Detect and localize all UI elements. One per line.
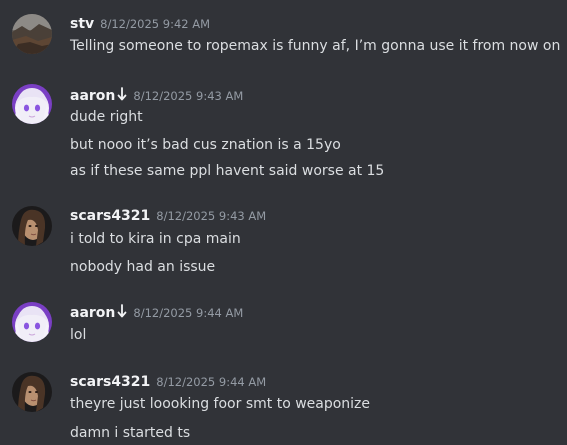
- timestamp: 8/12/2025 9:43 AM: [156, 209, 267, 223]
- message-text: dude right: [70, 109, 143, 125]
- message-header: aaron 8/12/2025 9:43 AM: [70, 86, 243, 105]
- message-text: lol: [70, 327, 87, 343]
- message-header: scars4321 8/12/2025 9:43 AM: [70, 206, 266, 225]
- message-text: damn i started ts: [70, 425, 191, 441]
- timestamp: 8/12/2025 9:44 AM: [156, 375, 267, 389]
- arrow-down-icon: [117, 87, 127, 105]
- message-header: scars4321 8/12/2025 9:44 AM: [70, 372, 266, 391]
- avatar[interactable]: [12, 206, 52, 246]
- username[interactable]: scars4321: [70, 374, 150, 390]
- anime-purple-avatar-icon: [12, 84, 52, 124]
- anime-purple-avatar-icon: [12, 302, 52, 342]
- message-list: stv 8/12/2025 9:42 AM Telling someone to …: [0, 0, 567, 445]
- message-header: aaron 8/12/2025 9:44 AM: [70, 303, 243, 322]
- message-text: as if these same ppl havent said worse a…: [70, 163, 385, 179]
- username[interactable]: aaron: [70, 88, 115, 104]
- message-text: but nooo it’s bad cus znation is a 15yo: [70, 137, 341, 153]
- avatar[interactable]: [12, 302, 52, 342]
- message-text: Telling someone to ropemax is funny af, …: [70, 38, 561, 54]
- avatar[interactable]: [12, 14, 52, 54]
- message-header: stv 8/12/2025 9:42 AM: [70, 14, 210, 33]
- photo-avatar-icon: [12, 206, 52, 246]
- username[interactable]: scars4321: [70, 208, 150, 224]
- timestamp: 8/12/2025 9:44 AM: [133, 306, 244, 320]
- username[interactable]: aaron: [70, 305, 115, 321]
- avatar[interactable]: [12, 372, 52, 412]
- landscape-avatar-icon: [12, 14, 52, 54]
- avatar[interactable]: [12, 84, 52, 124]
- username[interactable]: stv: [70, 16, 94, 32]
- message-text: i told to kira in cpa main: [70, 231, 241, 247]
- arrow-down-icon: [117, 304, 127, 322]
- timestamp: 8/12/2025 9:42 AM: [100, 17, 211, 31]
- message-text: nobody had an issue: [70, 259, 216, 275]
- photo-avatar-icon: [12, 372, 52, 412]
- message-text: theyre just loooking foor smt to weaponi…: [70, 396, 371, 412]
- timestamp: 8/12/2025 9:43 AM: [133, 89, 244, 103]
